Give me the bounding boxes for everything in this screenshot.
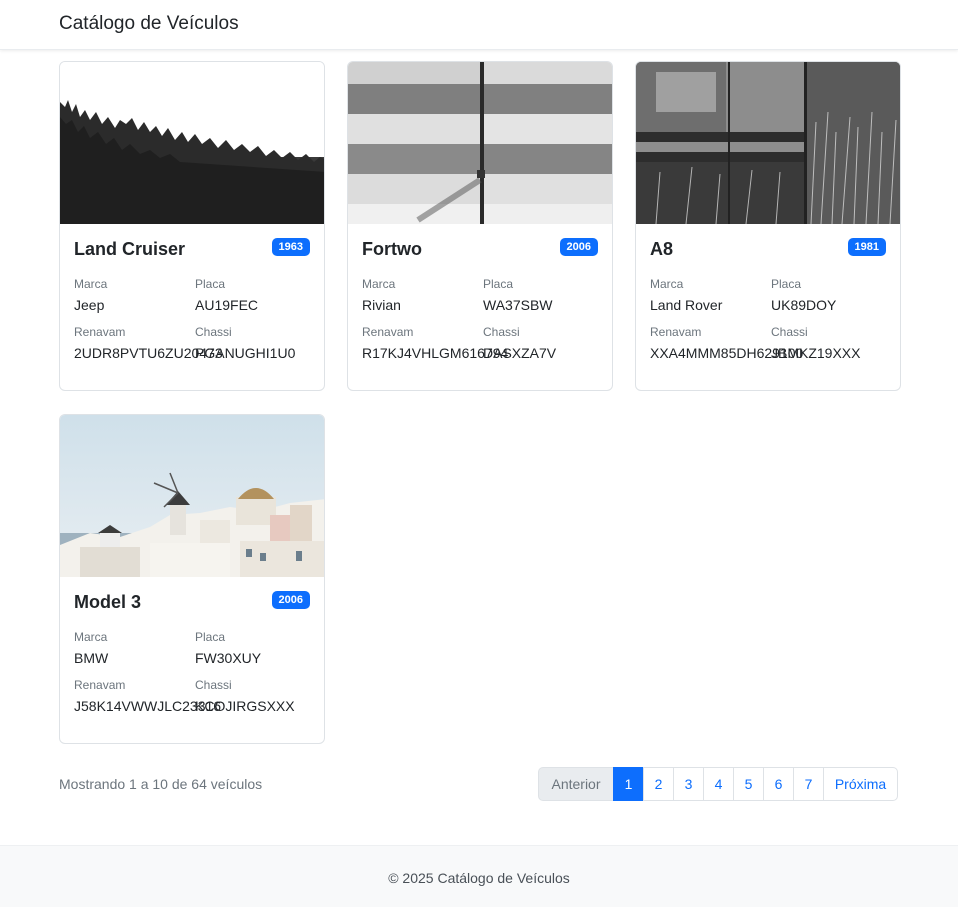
renavam-label: Renavam bbox=[362, 325, 414, 339]
vehicle-card: Fortwo 2006 Marca Placa Rivian WA37SBW R… bbox=[347, 61, 613, 391]
vehicle-card: Land Cruiser 1963 Marca Placa Jeep AU19F… bbox=[59, 61, 325, 391]
marca-label: Marca bbox=[362, 277, 396, 291]
page-button-7[interactable]: 7 bbox=[793, 767, 824, 801]
chassi-label: Chassi bbox=[195, 678, 232, 692]
vehicle-card: Model 3 2006 Marca Placa BMW FW30XUY Ren… bbox=[59, 414, 325, 744]
year-badge: 2006 bbox=[559, 238, 598, 256]
chassi-value: JBMKZ19XXX bbox=[771, 345, 861, 361]
page-button-3[interactable]: 3 bbox=[673, 767, 704, 801]
marca-value: Land Rover bbox=[650, 297, 723, 313]
vehicle-image bbox=[348, 62, 612, 224]
renavam-label: Renavam bbox=[650, 325, 702, 339]
footer: © 2025 Catálogo de Veículos bbox=[0, 845, 958, 907]
year-badge: 2006 bbox=[271, 591, 310, 609]
vehicle-model: Land Cruiser bbox=[74, 239, 186, 259]
footer-copyright: © 2025 Catálogo de Veículos bbox=[388, 870, 570, 886]
vehicle-image bbox=[60, 62, 324, 224]
marca-label: Marca bbox=[650, 277, 684, 291]
results-summary: Mostrando 1 a 10 de 64 veículos bbox=[59, 776, 263, 792]
page-button-6[interactable]: 6 bbox=[763, 767, 794, 801]
placa-value: WA37SBW bbox=[483, 297, 553, 313]
vehicle-model: Fortwo bbox=[362, 239, 422, 259]
pagination: Anterior 1 2 3 4 5 6 7 Próxima bbox=[538, 767, 898, 801]
placa-label: Placa bbox=[771, 277, 802, 291]
chassi-value: KCOJIRGSXXX bbox=[195, 698, 295, 714]
chassi-value: PGANUGHI1U0 bbox=[195, 345, 296, 361]
placa-value: AU19FEC bbox=[195, 297, 259, 313]
placa-value: UK89DOY bbox=[771, 297, 837, 313]
placa-value: FW30XUY bbox=[195, 650, 262, 666]
year-badge: 1963 bbox=[271, 238, 310, 256]
previous-page-button[interactable]: Anterior bbox=[538, 767, 614, 801]
placa-label: Placa bbox=[483, 277, 514, 291]
year-badge: 1981 bbox=[847, 238, 886, 256]
vehicle-image bbox=[636, 62, 900, 224]
vehicle-card: A8 1981 Marca Placa Land Rover UK89DOY R… bbox=[635, 61, 901, 391]
navbar: Catálogo de Veículos bbox=[0, 0, 958, 50]
chassi-value: DASXZA7V bbox=[483, 345, 557, 361]
brand-link[interactable]: Catálogo de Veículos bbox=[59, 13, 239, 35]
page-button-5[interactable]: 5 bbox=[733, 767, 764, 801]
renavam-label: Renavam bbox=[74, 325, 126, 339]
marca-value: BMW bbox=[74, 650, 109, 666]
page-button-2[interactable]: 2 bbox=[643, 767, 674, 801]
placa-label: Placa bbox=[195, 277, 226, 291]
page-button-4[interactable]: 4 bbox=[703, 767, 734, 801]
marca-value: Jeep bbox=[74, 297, 105, 313]
page-button-1[interactable]: 1 bbox=[613, 767, 644, 801]
renavam-label: Renavam bbox=[74, 678, 126, 692]
vehicle-image bbox=[60, 415, 324, 577]
marca-label: Marca bbox=[74, 630, 108, 644]
marca-value: Rivian bbox=[362, 297, 401, 313]
placa-label: Placa bbox=[195, 630, 226, 644]
vehicle-model: A8 bbox=[650, 239, 674, 259]
chassi-label: Chassi bbox=[195, 325, 232, 339]
chassi-label: Chassi bbox=[771, 325, 808, 339]
marca-label: Marca bbox=[74, 277, 108, 291]
vehicle-model: Model 3 bbox=[74, 592, 142, 612]
chassi-label: Chassi bbox=[483, 325, 520, 339]
next-page-button[interactable]: Próxima bbox=[823, 767, 898, 801]
